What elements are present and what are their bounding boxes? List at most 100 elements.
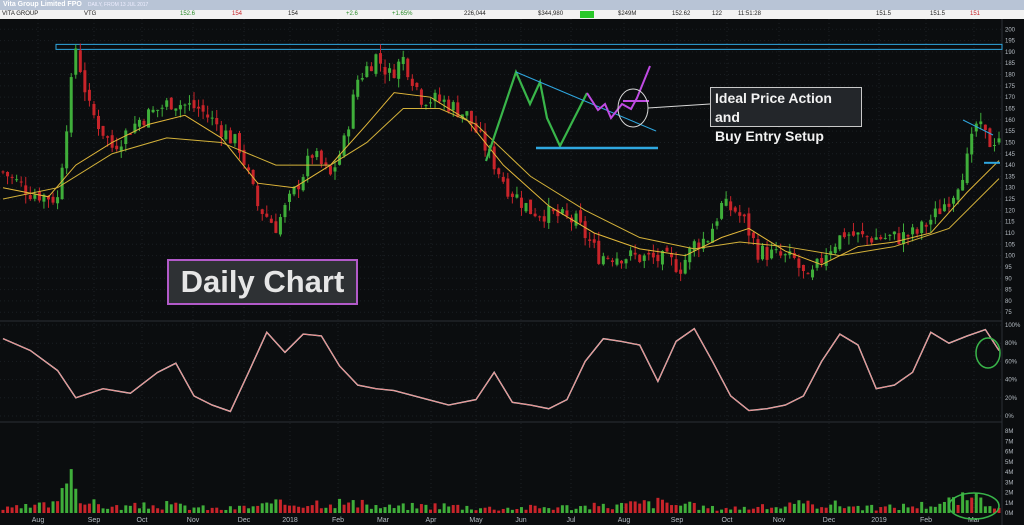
volume-bar — [74, 488, 78, 513]
candle-body — [142, 120, 146, 126]
price-tick-label: 120 — [1005, 208, 1016, 214]
x-tick-label: Apr — [426, 517, 438, 524]
volume-bar — [324, 507, 328, 513]
volume-bar — [274, 499, 278, 513]
volume-bar — [742, 506, 746, 513]
volume-bar — [670, 505, 674, 513]
volume-bar — [169, 504, 173, 513]
candle-body — [929, 219, 933, 225]
candle-body — [920, 221, 924, 233]
quote-bid: 154 — [232, 11, 243, 17]
rsi-tick-label: 40% — [1005, 378, 1018, 384]
candle-body — [210, 117, 214, 119]
candle-body — [938, 208, 942, 215]
x-tick-label: Nov — [187, 517, 200, 524]
volume-bar — [542, 507, 546, 513]
candle-body — [897, 233, 901, 245]
candle-body — [624, 259, 628, 264]
quote-vwap: 152.62 — [672, 11, 691, 17]
candle-body — [856, 232, 860, 235]
quote-low: 151 — [970, 11, 981, 17]
price-tick-label: 145 — [1005, 152, 1016, 158]
candle-body — [333, 167, 337, 172]
x-tick-label: Jun — [515, 517, 526, 524]
volume-bar — [28, 507, 32, 513]
volume-bar — [906, 507, 910, 513]
quote-volume: 226,044 — [464, 11, 486, 17]
candle-body — [770, 249, 774, 259]
volume-bar — [620, 502, 624, 513]
volume-bar — [624, 503, 628, 513]
candle-body — [160, 107, 164, 109]
volume-bar — [983, 506, 987, 513]
candle-body — [74, 48, 78, 75]
x-tick-label: 2018 — [282, 517, 298, 524]
volume-bar — [738, 509, 742, 513]
candle-body — [915, 229, 919, 234]
setup-callout-line2: Buy Entry Setup — [715, 128, 824, 144]
candle-body — [992, 145, 996, 147]
volume-bar — [479, 508, 483, 513]
volume-bar — [328, 504, 332, 513]
rsi-highlight-circle — [975, 337, 1001, 369]
quote-mcap: $249M — [618, 11, 637, 17]
candle-body — [506, 178, 510, 197]
candle-body — [274, 221, 278, 233]
candle-body — [24, 185, 28, 195]
volume-bar — [228, 506, 232, 513]
chart-area[interactable]: Aug Sep Oct Nov Dec 2018 Feb Mar Apr May Jun Jul Aug… — [0, 19, 1024, 525]
candle-body — [961, 179, 965, 191]
volume-bar — [770, 507, 774, 513]
volume-bar — [560, 505, 564, 513]
quote-open: 151.5 — [876, 11, 892, 17]
candle-body — [165, 100, 169, 107]
volume-bar — [533, 505, 537, 513]
volume-bar — [706, 508, 710, 513]
volume-bar — [874, 510, 878, 513]
candle-body — [674, 259, 678, 272]
candle-body — [429, 102, 433, 104]
volume-bar — [792, 503, 796, 513]
chart-period: DAILY, FROM 13 JUL 2017 — [87, 2, 149, 8]
candle-body — [515, 194, 519, 198]
price-tick-label: 100 — [1005, 254, 1016, 260]
volume-bar — [915, 508, 919, 513]
candle-body — [851, 231, 855, 236]
candle-body — [374, 54, 378, 74]
candle-body — [269, 218, 273, 223]
candle-body — [597, 240, 601, 264]
volume-bar — [688, 501, 692, 513]
candle-body — [997, 138, 1001, 143]
volume-bar — [128, 505, 132, 513]
candle-body — [615, 258, 619, 265]
candle-body — [187, 103, 191, 105]
candle-body — [883, 237, 887, 239]
volume-bar — [283, 504, 287, 513]
volume-bar — [401, 503, 405, 513]
candle-body — [720, 202, 724, 219]
volume-bar — [60, 488, 64, 513]
candle-body — [756, 239, 760, 260]
volume-bar — [265, 502, 269, 513]
candle-body — [565, 210, 569, 216]
candle-body — [19, 181, 23, 183]
candle-body — [519, 197, 523, 208]
candle-body — [797, 258, 801, 268]
candle-body — [388, 68, 392, 73]
quote-company: VITA GROUP — [2, 11, 39, 17]
candle-body — [842, 232, 846, 238]
candle-body — [69, 77, 73, 133]
volume-bar — [506, 507, 510, 513]
volume-tick-label: 6M — [1005, 450, 1013, 456]
candle-body — [215, 117, 219, 125]
candle-body — [715, 221, 719, 226]
volume-bar — [147, 508, 151, 513]
volume-bar — [497, 510, 501, 513]
volume-bar — [842, 508, 846, 513]
candle-body — [820, 257, 824, 263]
volume-bar — [306, 506, 310, 513]
candle-body — [583, 221, 587, 239]
candle-body — [783, 254, 787, 256]
candle-body — [28, 195, 32, 200]
x-tick-label: Nov — [773, 517, 786, 524]
